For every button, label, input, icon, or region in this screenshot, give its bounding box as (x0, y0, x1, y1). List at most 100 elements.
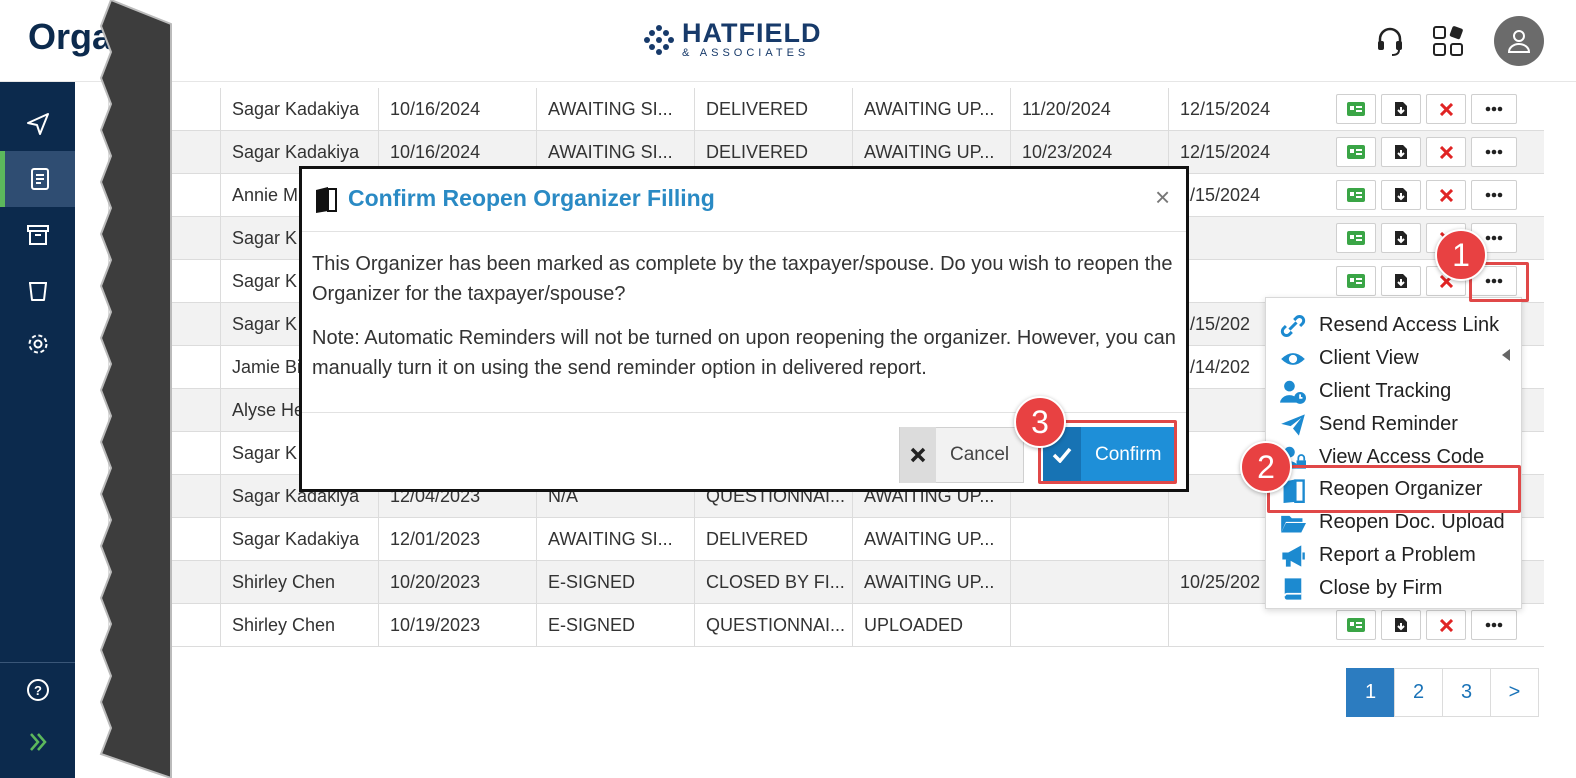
client-info-button[interactable] (1336, 266, 1376, 296)
sidebar-item-organizers[interactable] (0, 151, 75, 207)
table-cell: AWAITING UP... (852, 561, 1010, 604)
modal-message: This Organizer has been marked as comple… (312, 253, 1173, 305)
table-cell: E-SIGNED (536, 561, 694, 604)
svg-text:?: ? (34, 683, 42, 698)
row-actions (1336, 180, 1517, 210)
megaphone-icon (1282, 544, 1305, 567)
cancel-button-label: Cancel (950, 444, 1010, 465)
highlight-reopen-organizer (1267, 465, 1521, 513)
step-badge-2: 2 (1240, 441, 1292, 493)
sidebar-item-archive[interactable] (0, 207, 75, 263)
table-cell: AWAITING UP... (852, 518, 1010, 561)
sidebar-item-settings[interactable] (0, 316, 75, 372)
menu-item-label: Close by Firm (1319, 577, 1443, 599)
page-button[interactable]: 2 (1394, 668, 1443, 717)
menu-item-report-a-problem[interactable]: Report a Problem (1266, 539, 1523, 572)
apps-grid-icon[interactable] (1431, 24, 1465, 58)
modal-close-button[interactable]: × (1155, 182, 1170, 213)
torn-edge-divider (99, 0, 172, 778)
delete-button[interactable] (1426, 137, 1466, 167)
sidebar: ? (0, 82, 75, 778)
client-info-button[interactable] (1336, 610, 1376, 640)
pagination: 1 2 3 > (1346, 668, 1539, 717)
menu-item-resend-access-link[interactable]: Resend Access Link (1266, 309, 1523, 342)
close-icon (910, 447, 926, 463)
menu-item-close-by-firm[interactable]: Close by Firm (1266, 572, 1523, 605)
more-actions-button[interactable] (1471, 94, 1517, 124)
page-button[interactable]: 1 (1346, 668, 1395, 717)
file-download-icon (1395, 188, 1407, 202)
sidebar-item-expand[interactable] (0, 714, 75, 770)
row-actions (1336, 610, 1517, 640)
client-info-button[interactable] (1336, 94, 1376, 124)
profile-avatar[interactable] (1494, 16, 1544, 66)
cancel-button[interactable]: Cancel (899, 427, 1024, 483)
trash-icon (28, 282, 47, 301)
delete-button[interactable] (1426, 610, 1466, 640)
paper-plane-icon (1281, 413, 1305, 436)
download-button[interactable] (1381, 610, 1421, 640)
book-open-icon (316, 187, 337, 213)
more-actions-button[interactable] (1471, 610, 1517, 640)
user-icon (1507, 30, 1531, 53)
row-actions (1336, 137, 1517, 167)
file-download-icon (1395, 618, 1407, 632)
client-info-button[interactable] (1336, 137, 1376, 167)
file-download-icon (1395, 231, 1407, 245)
client-info-button[interactable] (1336, 180, 1376, 210)
ellipsis-icon (1485, 149, 1503, 155)
download-button[interactable] (1381, 223, 1421, 253)
table-cell: 10/16/2024 (378, 88, 536, 131)
ellipsis-icon (1485, 235, 1503, 241)
table-cell (1010, 604, 1168, 647)
modal-header: Confirm Reopen Organizer Filling × (302, 169, 1186, 232)
sidebar-item-send[interactable] (0, 96, 75, 152)
delete-button[interactable] (1426, 180, 1466, 210)
sidebar-item-help[interactable]: ? (0, 662, 75, 718)
step-badge-1: 1 (1435, 229, 1487, 281)
menu-item-label: Send Reminder (1319, 413, 1458, 435)
ellipsis-icon (1485, 106, 1503, 112)
table-cell (1168, 604, 1328, 647)
table-cell: 10/20/2023 (378, 561, 536, 604)
page-next-button[interactable]: > (1490, 668, 1539, 717)
download-button[interactable] (1381, 94, 1421, 124)
modal-title: Confirm Reopen Organizer Filling (348, 185, 715, 211)
menu-item-send-reminder[interactable]: Send Reminder (1266, 408, 1523, 441)
company-logo: HATFIELD & ASSOCIATES (642, 20, 821, 59)
more-actions-button[interactable] (1471, 180, 1517, 210)
expand-icon (29, 733, 47, 751)
menu-item-label: Client Tracking (1319, 380, 1452, 402)
more-actions-button[interactable] (1471, 137, 1517, 167)
sidebar-item-recycle-bin[interactable] (0, 262, 75, 318)
id-card-icon (1347, 231, 1365, 245)
table-row: Org...Shirley Chen10/19/2023E-SIGNEDQUES… (108, 604, 1544, 647)
help-icon: ? (26, 679, 49, 701)
table-cell: 2/15/2024 (1168, 174, 1328, 217)
file-download-icon (1395, 102, 1407, 116)
menu-item-label: Reopen Doc. Upload (1319, 511, 1505, 533)
id-card-icon (1347, 618, 1365, 632)
page-button[interactable]: 3 (1442, 668, 1491, 717)
table-cell: Shirley Chen (220, 561, 378, 604)
menu-item-client-tracking[interactable]: Client Tracking (1266, 375, 1523, 408)
download-button[interactable] (1381, 266, 1421, 296)
ellipsis-icon (1485, 192, 1503, 198)
table-cell: CLOSED BY FI... (694, 561, 852, 604)
menu-item-client-view[interactable]: Client View (1266, 342, 1523, 375)
headset-icon[interactable] (1373, 24, 1407, 58)
table-cell: E-SIGNED (536, 604, 694, 647)
table-cell: Sagar Kadakiya (220, 88, 378, 131)
table-cell: Shirley Chen (220, 604, 378, 647)
client-info-button[interactable] (1336, 223, 1376, 253)
download-button[interactable] (1381, 137, 1421, 167)
row-actions (1336, 94, 1517, 124)
delete-button[interactable] (1426, 94, 1466, 124)
table-cell: QUESTIONNAI... (694, 604, 852, 647)
table-cell: DELIVERED (694, 518, 852, 561)
eye-icon (1281, 352, 1305, 365)
send-icon (26, 113, 49, 135)
download-button[interactable] (1381, 180, 1421, 210)
menu-item-label: Resend Access Link (1319, 314, 1500, 336)
delete-icon (1439, 188, 1453, 202)
